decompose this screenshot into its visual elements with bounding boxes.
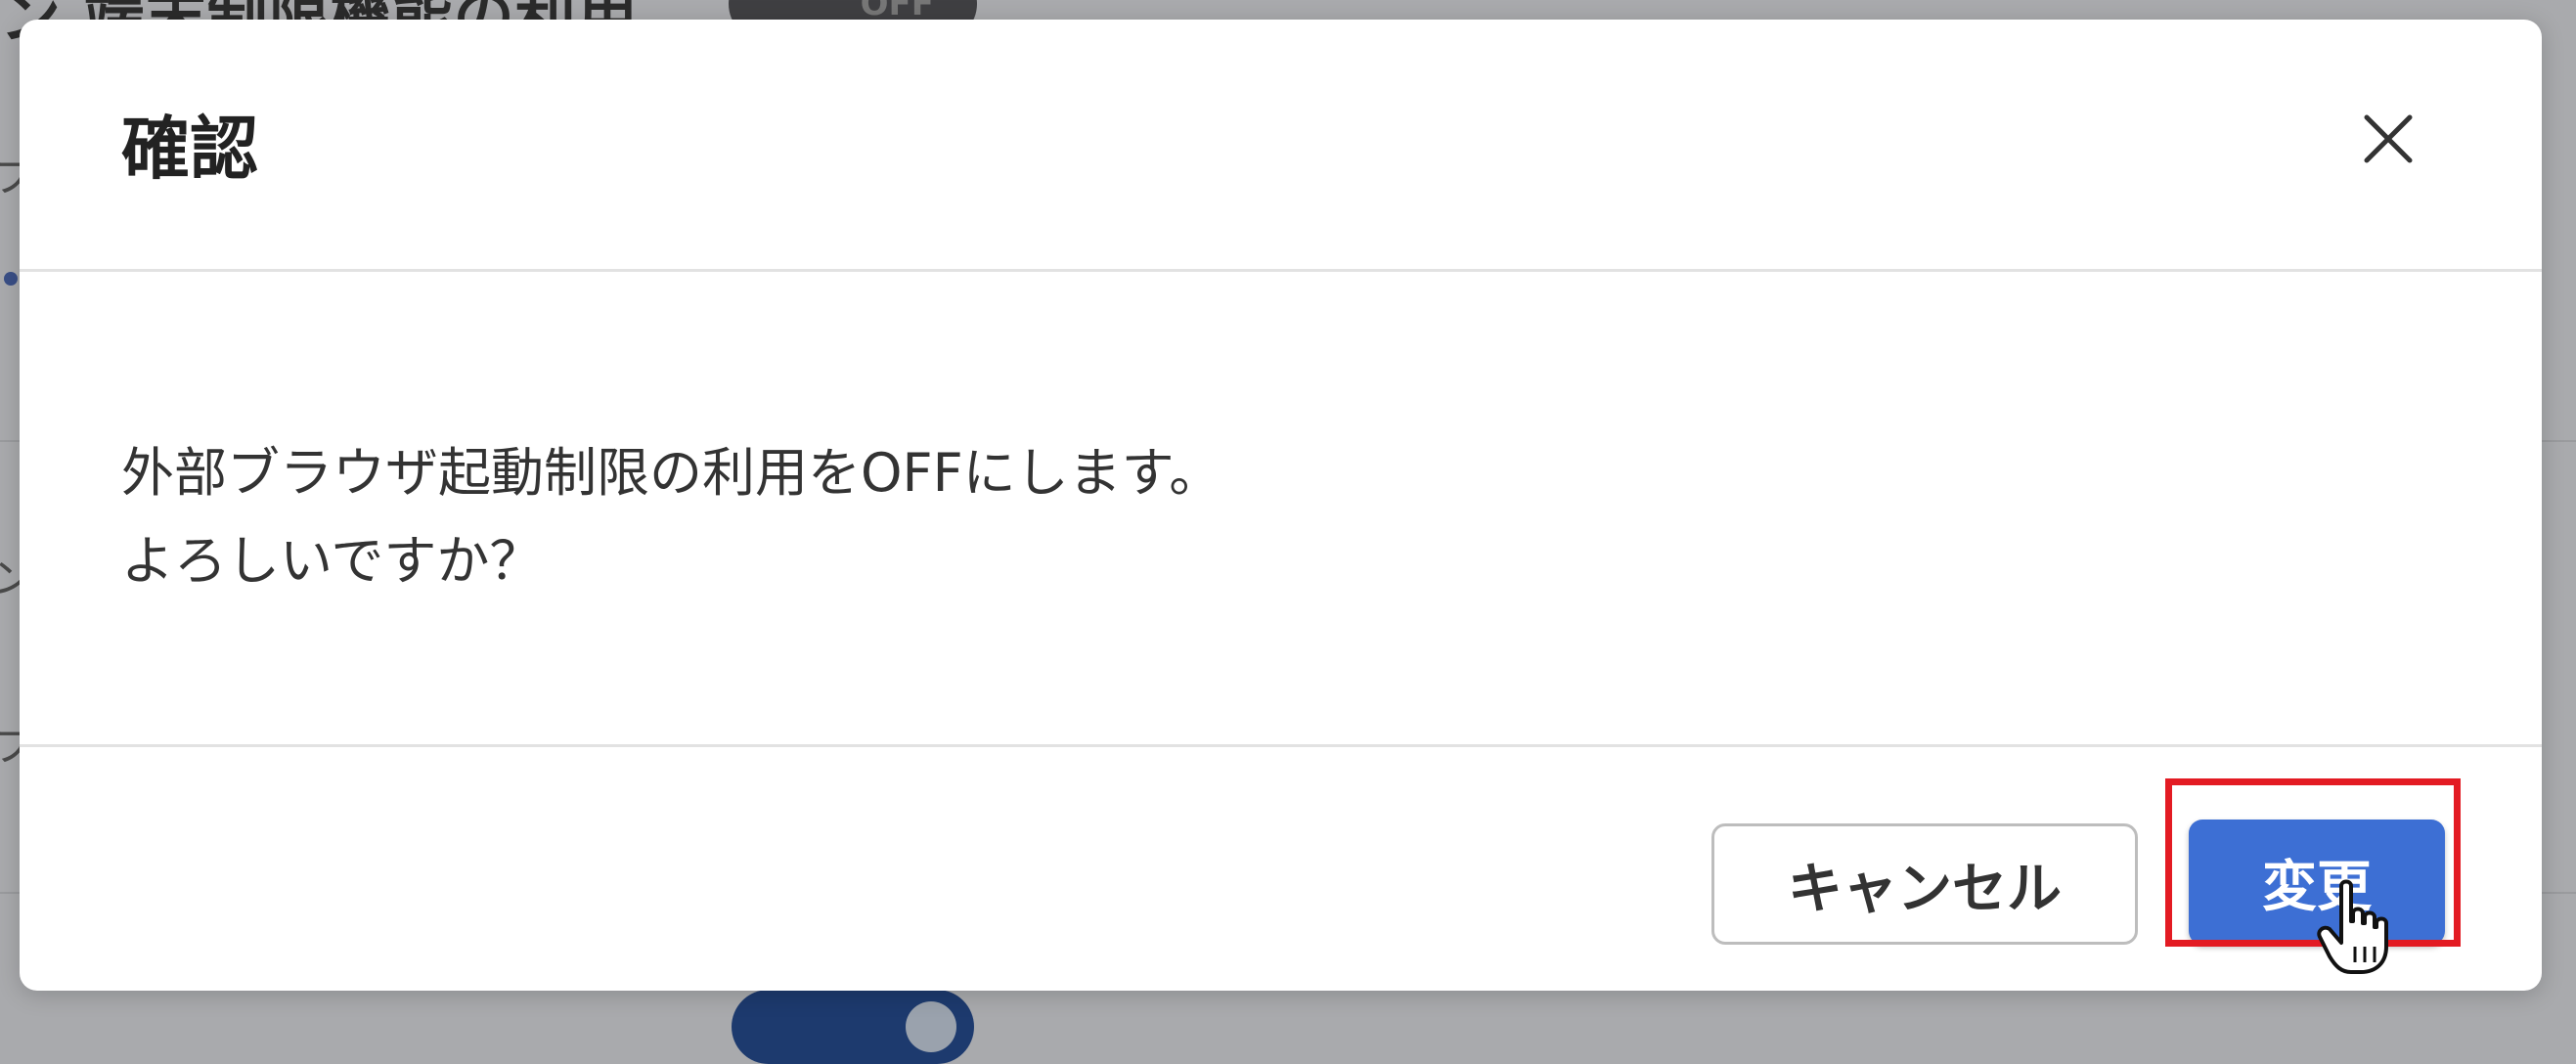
background-toggle-on	[732, 990, 974, 1064]
dialog-message-line: 外部ブラウザ起動制限の利用をOFFにします。	[121, 442, 1222, 504]
dialog-header: 確認	[20, 20, 2542, 272]
confirm-change-button[interactable]: 変更	[2189, 820, 2445, 945]
toggle-knob	[906, 1001, 956, 1052]
dialog-title: 確認	[121, 109, 258, 189]
dialog-footer: キャンセル 変更	[20, 747, 2542, 991]
confirm-dialog: 確認 外部ブラウザ起動制限の利用をOFFにします。 よろしいですか？ キャンセル…	[20, 20, 2542, 991]
close-button[interactable]	[2345, 96, 2431, 182]
cancel-button[interactable]: キャンセル	[1711, 823, 2138, 945]
background-link-dot	[4, 272, 18, 286]
dialog-body: 外部ブラウザ起動制限の利用をOFFにします。 よろしいですか？	[20, 272, 2542, 747]
dialog-message-line: よろしいですか？	[121, 530, 543, 592]
close-icon	[2364, 114, 2413, 163]
